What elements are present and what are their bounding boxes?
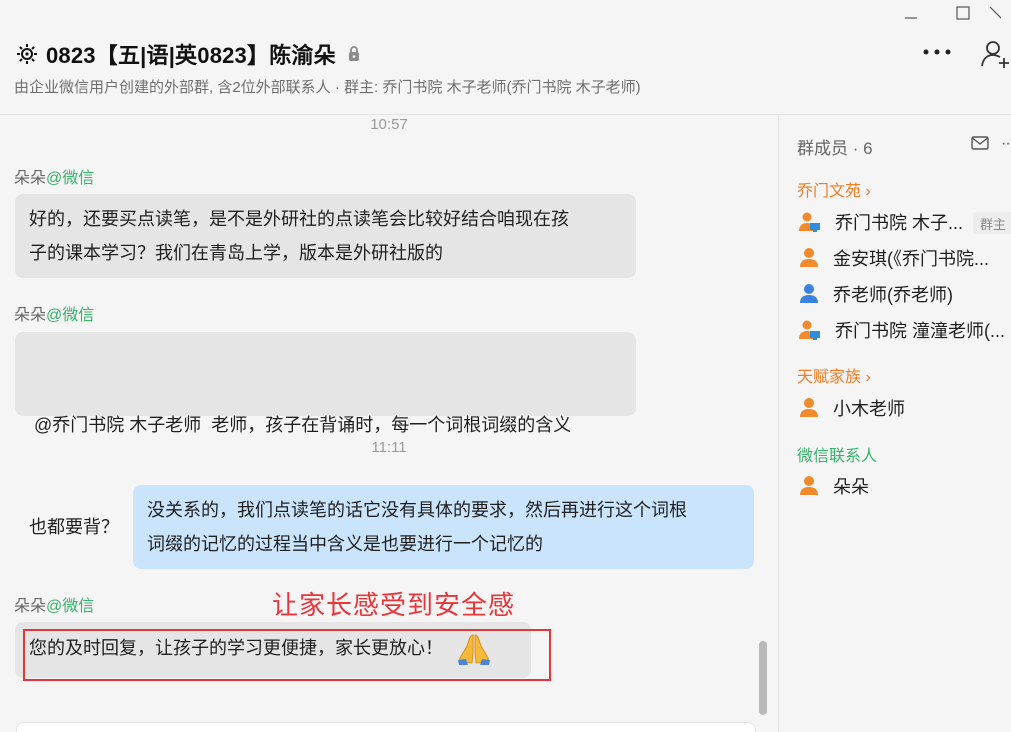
sender-source: @微信 xyxy=(46,598,95,615)
person-icon xyxy=(800,248,818,267)
message-text-line: @乔门书院 木子老师 老师，孩子在背诵时，每一个词根词缀的含义 xyxy=(29,415,572,435)
group-subtitle: 由企业微信用户创建的外部群, 含2位外部联系人 · 群主: 乔门书院 木子老师(… xyxy=(14,79,641,96)
timestamp: 10:57 xyxy=(370,116,408,133)
add-member-icon xyxy=(981,41,1009,68)
message-text-line: 子的课本学习？我们在青岛上学，版本是外研社版的 xyxy=(29,243,443,263)
person-icon xyxy=(800,284,818,303)
member-name: 乔门书院 木子... xyxy=(835,213,964,233)
person-icon xyxy=(800,476,818,495)
timestamp: 11:11 xyxy=(371,439,407,456)
add-member-button[interactable] xyxy=(980,38,1011,70)
chat-area[interactable]: 10:57 朵朵@微信 好的，还要买点读笔，是不是外研社的点读笔会比较好结合咱现… xyxy=(0,115,778,732)
member-group-header[interactable]: 乔门文苑 › xyxy=(797,177,871,201)
lock-icon xyxy=(348,46,359,61)
group-gear-icon xyxy=(14,41,40,67)
member-item[interactable]: 小木老师 xyxy=(799,396,905,420)
my-message-bubble[interactable]: 没关系的，我们点读笔的话它没有具体的要求，然后再进行这个词根 词缀的记忆的过程当… xyxy=(133,485,754,569)
sender-name: 朵朵 xyxy=(14,598,47,615)
member-item[interactable]: 乔老师(乔老师) xyxy=(799,282,953,306)
member-item[interactable]: 乔门书院 潼潼老师(... xyxy=(799,318,1005,342)
member-sidebar: 群成员 · 6 ·· 乔门文苑 › 乔门书院 木子... 群主 金安琪(《乔门书… xyxy=(778,115,1011,732)
member-group-header[interactable]: 天赋家族 › xyxy=(797,363,871,387)
title-row: 0823【五|语|英0823】陈渝朵 xyxy=(14,38,360,70)
member-group-header[interactable]: 微信联系人 xyxy=(797,442,877,466)
sidebar-more-icon[interactable]: ·· xyxy=(1001,135,1011,153)
member-name: 朵朵 xyxy=(833,477,869,497)
message-input[interactable] xyxy=(16,722,756,732)
owner-badge: 群主 xyxy=(973,212,1011,234)
more-button[interactable] xyxy=(920,38,954,66)
member-name: 乔门书院 潼潼老师(... xyxy=(835,321,1005,341)
member-item[interactable]: 金安琪(《乔门书院... xyxy=(799,246,989,270)
sender-source: @微信 xyxy=(46,307,95,324)
member-count-header: 群成员 · 6 xyxy=(797,139,873,158)
member-item[interactable]: 乔门书院 木子... xyxy=(799,210,963,234)
member-name: 小木老师 xyxy=(833,399,905,419)
message-text-line: 词缀的记忆的过程当中含义是也要进行一个记忆的 xyxy=(147,534,543,554)
mail-icon[interactable] xyxy=(971,135,989,151)
group-title: 0823【五|语|英0823】陈渝朵 xyxy=(46,43,336,68)
person-monitor-icon xyxy=(799,320,820,340)
chat-scrollbar[interactable] xyxy=(759,641,767,715)
highlight-box xyxy=(23,629,551,681)
message-text-line: 好的，还要买点读笔，是不是外研社的点读笔会比较好结合咱现在孩 xyxy=(29,209,569,229)
more-icon xyxy=(923,49,951,55)
member-name: 乔老师(乔老师) xyxy=(833,285,953,305)
message-sender: 朵朵@微信 xyxy=(14,592,94,616)
sender-source: @微信 xyxy=(46,170,95,187)
sender-name: 朵朵 xyxy=(14,307,47,324)
message-bubble[interactable]: @乔门书院 木子老师 老师，孩子在背诵时，每一个词根词缀的含义 也都要背？ xyxy=(15,332,636,537)
message-text-line: 没关系的，我们点读笔的话它没有具体的要求，然后再进行这个词根 xyxy=(147,500,687,520)
message-sender: 朵朵@微信 xyxy=(14,164,94,188)
member-item[interactable]: 朵朵 xyxy=(799,474,869,498)
sender-name: 朵朵 xyxy=(14,170,47,187)
message-sender: 朵朵@微信 xyxy=(14,301,94,325)
person-icon xyxy=(800,398,818,417)
chat-header: 0823【五|语|英0823】陈渝朵 由企业微信用户创建的外部群, 含2位外部联… xyxy=(0,0,1011,115)
annotation-text: 让家长感受到安全感 xyxy=(272,590,516,620)
person-monitor-icon xyxy=(799,212,820,232)
message-bubble[interactable]: 好的，还要买点读笔，是不是外研社的点读笔会比较好结合咱现在孩 子的课本学习？我们… xyxy=(15,194,636,278)
member-name: 金安琪(《乔门书院... xyxy=(833,249,989,269)
